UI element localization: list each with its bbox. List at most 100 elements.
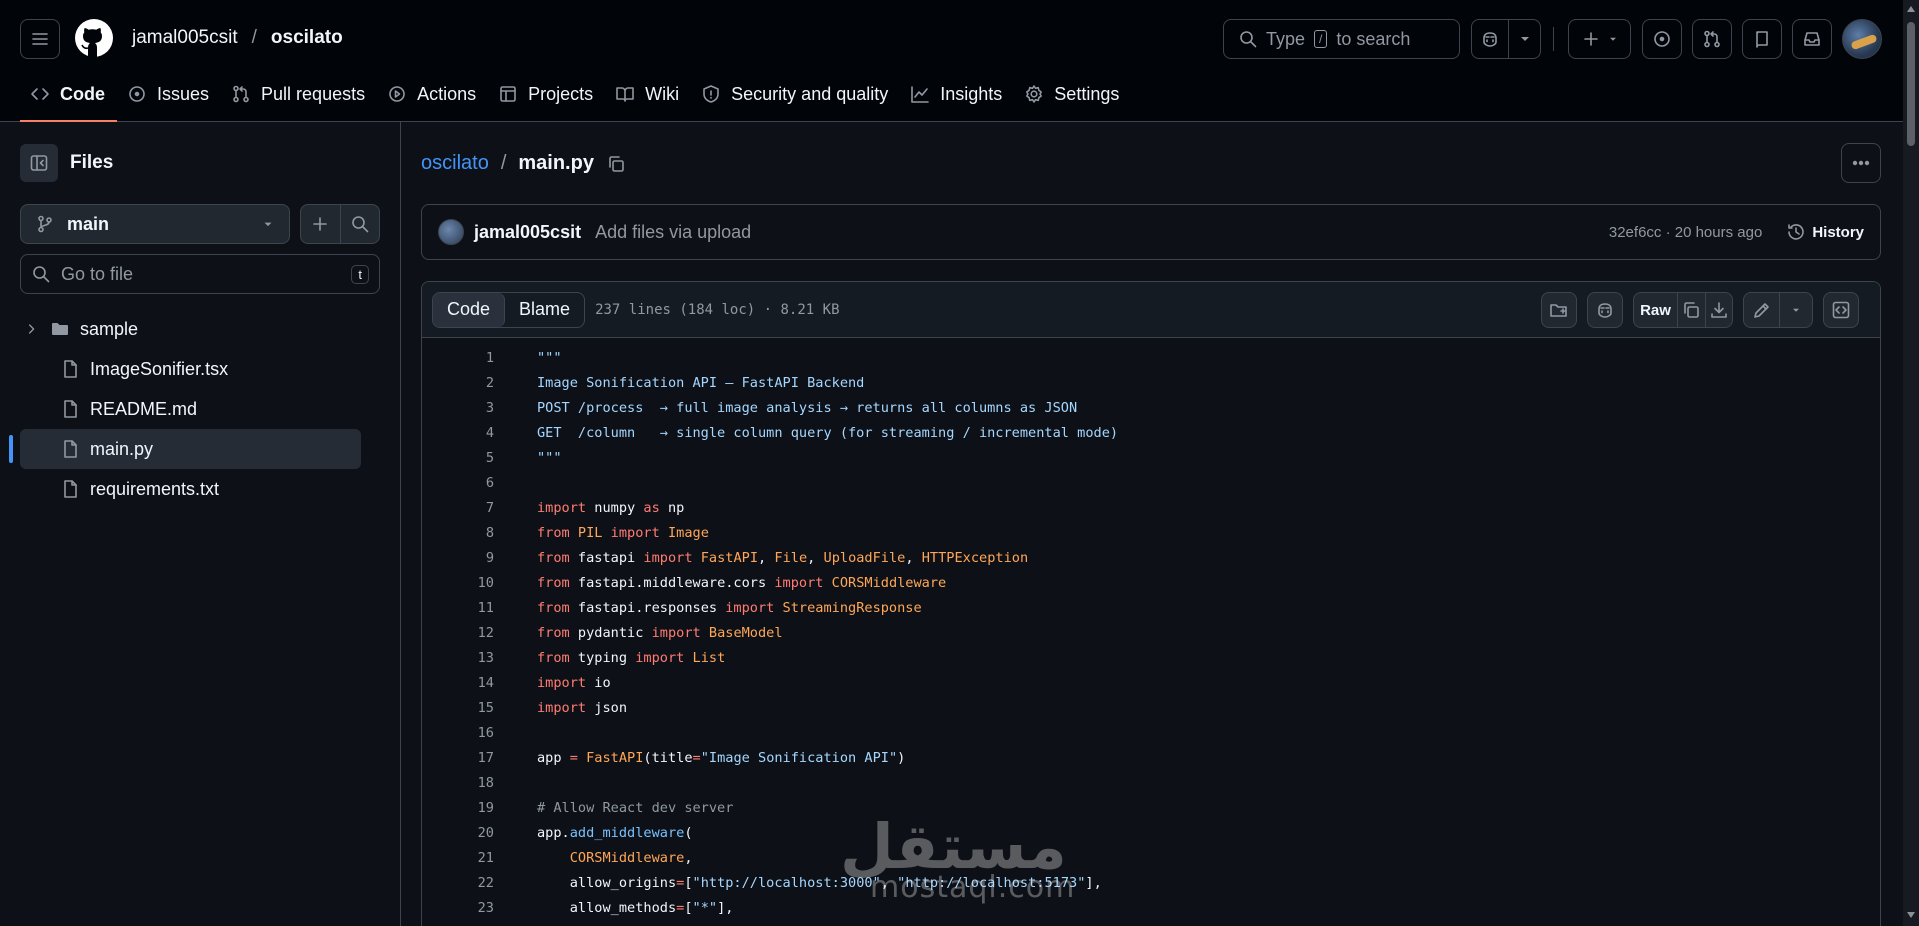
code-token: ,	[880, 875, 898, 891]
scroll-up-arrow[interactable]	[1907, 6, 1915, 12]
notifications-button[interactable]	[1792, 19, 1832, 59]
your-pull-requests-button[interactable]	[1692, 19, 1732, 59]
code-token: CORSMiddleware	[537, 850, 685, 866]
line-number[interactable]: 6	[422, 471, 494, 496]
line-number[interactable]: 13	[422, 646, 494, 671]
code-token: from	[537, 550, 570, 566]
line-number[interactable]: 1	[422, 346, 494, 371]
github-logo-icon[interactable]	[74, 18, 114, 58]
user-avatar[interactable]	[1842, 19, 1882, 59]
add-file-button[interactable]	[301, 205, 340, 243]
line-number[interactable]: 15	[422, 696, 494, 721]
symbols-panel-button[interactable]	[1823, 292, 1859, 328]
play-icon	[389, 86, 405, 102]
commit-author-avatar[interactable]	[438, 219, 464, 245]
code-line: 22 allow_origins=["http://localhost:3000…	[422, 871, 1880, 896]
commit-author[interactable]: jamal005csit	[474, 222, 581, 243]
line-number[interactable]: 3	[422, 396, 494, 421]
tab-issues[interactable]: Issues	[117, 78, 221, 122]
code-token: "http://localhost:3000"	[692, 875, 881, 891]
code-toolbar: Code Blame 237 lines (184 loc) · 8.21 KB…	[422, 282, 1880, 338]
line-number[interactable]: 16	[422, 721, 494, 746]
repo-link[interactable]: oscilato	[271, 27, 343, 49]
tab-settings[interactable]: Settings	[1014, 78, 1131, 122]
download-raw-button[interactable]	[1706, 293, 1733, 327]
code-line: 4 GET /column → single column query (for …	[422, 421, 1880, 446]
commit-meta[interactable]: 32ef6cc · 20 hours ago	[1609, 224, 1762, 241]
collapse-file-tree-button[interactable]	[20, 144, 58, 182]
inbox-icon	[1804, 32, 1820, 46]
line-number[interactable]: 11	[422, 596, 494, 621]
line-number[interactable]: 19	[422, 796, 494, 821]
tab-security[interactable]: Security and quality	[691, 78, 900, 122]
line-number[interactable]: 4	[422, 421, 494, 446]
copilot-button[interactable]	[1472, 29, 1508, 49]
your-issues-button[interactable]	[1642, 19, 1682, 59]
line-number[interactable]: 21	[422, 846, 494, 871]
line-content: GET /column → single column query (for s…	[537, 421, 1118, 446]
tab-actions[interactable]: Actions	[377, 78, 488, 122]
tree-item-requirements[interactable]: requirements.txt	[20, 469, 361, 509]
breadcrumb-repo-link[interactable]: oscilato	[421, 152, 489, 175]
commit-message[interactable]: Add files via upload	[595, 222, 751, 243]
line-content: allow_methods=["*"],	[537, 896, 734, 921]
tree-item-readme[interactable]: README.md	[20, 389, 361, 429]
tab-insights[interactable]: Insights	[900, 78, 1014, 122]
scroll-thumb[interactable]	[1907, 22, 1915, 146]
line-number[interactable]: 23	[422, 896, 494, 921]
line-number[interactable]: 17	[422, 746, 494, 771]
edit-button-group	[1743, 292, 1813, 328]
file-tree: sample ImageSonifier.tsx README.md main.…	[9, 309, 361, 509]
tree-item-sample[interactable]: sample	[20, 309, 361, 349]
line-number[interactable]: 2	[422, 371, 494, 396]
line-number[interactable]: 18	[422, 771, 494, 796]
code-line: 7 import numpy as np	[422, 496, 1880, 521]
open-in-folder-button[interactable]	[1541, 292, 1577, 328]
copy-path-icon[interactable]	[606, 154, 626, 174]
edit-dropdown-button[interactable]	[1780, 300, 1812, 320]
line-number[interactable]: 7	[422, 496, 494, 521]
line-number[interactable]: 12	[422, 621, 494, 646]
tab-label: Code	[60, 83, 105, 104]
tab-projects[interactable]: Projects	[488, 78, 605, 122]
tab-code[interactable]: Code	[20, 78, 117, 122]
search-files-button[interactable]	[339, 205, 380, 243]
code-token: CORSMiddleware	[823, 575, 947, 591]
more-options-button[interactable]	[1841, 143, 1881, 183]
line-number[interactable]: 22	[422, 871, 494, 896]
branch-selector[interactable]: main	[20, 204, 290, 244]
owner-link[interactable]: jamal005csit	[132, 27, 238, 49]
line-number[interactable]: 10	[422, 571, 494, 596]
code-token: import	[602, 525, 660, 541]
line-number[interactable]: 5	[422, 446, 494, 471]
code-line: 20 app.add_middleware(	[422, 821, 1880, 846]
tree-item-main-py[interactable]: main.py	[9, 429, 361, 469]
create-new-button[interactable]	[1568, 19, 1631, 59]
scroll-down-arrow[interactable]	[1907, 912, 1915, 918]
tab-pull-requests[interactable]: Pull requests	[221, 78, 377, 122]
raw-button[interactable]: Raw	[1634, 293, 1678, 327]
line-number[interactable]: 14	[422, 671, 494, 696]
code-line: 9 from fastapi import FastAPI, File, Uplo…	[422, 546, 1880, 571]
code-token: (	[684, 825, 693, 841]
line-number[interactable]: 9	[422, 546, 494, 571]
copilot-dropdown-button[interactable]	[1508, 20, 1540, 58]
page-scrollbar[interactable]	[1903, 0, 1919, 926]
tab-wiki[interactable]: Wiki	[605, 78, 691, 122]
code-token: np	[659, 500, 685, 516]
line-number[interactable]: 20	[422, 821, 494, 846]
menu-button[interactable]	[20, 19, 60, 59]
code-token: """	[537, 350, 562, 366]
history-button[interactable]: History	[1786, 222, 1864, 242]
blame-view-tab[interactable]: Blame	[505, 293, 584, 327]
code-line: 17 app = FastAPI(title="Image Sonificatio…	[422, 746, 1880, 771]
ask-copilot-button[interactable]	[1587, 292, 1623, 328]
tree-item-imagesonifier[interactable]: ImageSonifier.tsx	[20, 349, 361, 389]
edit-file-button[interactable]	[1744, 293, 1780, 327]
code-view-tab[interactable]: Code	[433, 292, 506, 327]
repositories-button[interactable]	[1742, 19, 1782, 59]
copy-raw-button[interactable]	[1678, 293, 1706, 327]
go-to-file-input[interactable]: Go to file t	[20, 254, 380, 294]
search-input[interactable]: Type / to search	[1223, 19, 1460, 59]
line-number[interactable]: 8	[422, 521, 494, 546]
